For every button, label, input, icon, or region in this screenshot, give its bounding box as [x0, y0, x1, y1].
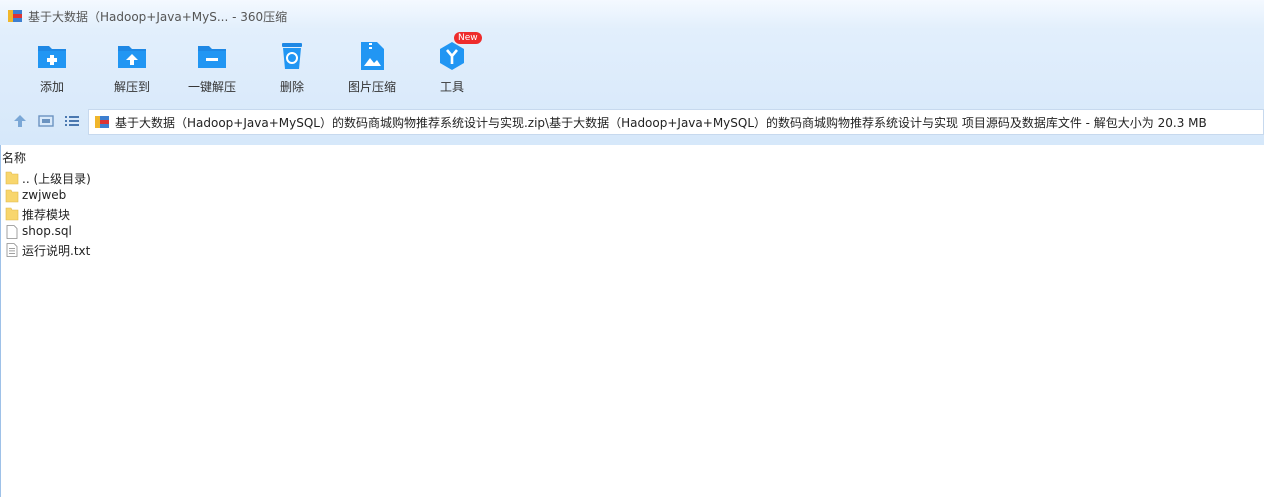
navigation-bar: 基于大数据（Hadoop+Java+MySQL）的数码商城购物推荐系统设计与实现…	[0, 106, 1264, 136]
image-compress-button[interactable]: 图片压缩	[332, 38, 412, 100]
archive-icon	[95, 116, 109, 128]
list-item[interactable]: shop.sql	[5, 223, 305, 241]
one-click-extract-icon	[198, 46, 226, 68]
list-item[interactable]: 推荐模块	[5, 205, 305, 223]
folder-icon	[5, 207, 19, 221]
add-label: 添加	[39, 80, 64, 94]
tools-icon	[440, 42, 464, 70]
item-name: 推荐模块	[22, 208, 71, 222]
extract-to-button[interactable]: 解压到	[92, 38, 172, 100]
extract-to-label: 解压到	[113, 80, 150, 94]
delete-label: 删除	[279, 80, 304, 94]
path-bar[interactable]: 基于大数据（Hadoop+Java+MySQL）的数码商城购物推荐系统设计与实现…	[88, 109, 1264, 135]
item-name: shop.sql	[22, 224, 72, 238]
one-click-extract-label: 一键解压	[187, 80, 236, 94]
folder-icon	[5, 171, 19, 185]
item-name: .. (上级目录)	[22, 172, 91, 186]
file-list: 名称 .. (上级目录) zwjweb 推荐模块 shop.sql 运行说明.t…	[0, 145, 1264, 497]
thumbnail-view-icon[interactable]	[38, 113, 54, 129]
image-compress-label: 图片压缩	[347, 80, 396, 94]
delete-button[interactable]: 删除	[252, 38, 332, 100]
list-item[interactable]: 运行说明.txt	[5, 241, 305, 259]
list-view-icon[interactable]	[64, 113, 80, 129]
item-name: zwjweb	[22, 188, 67, 202]
add-button[interactable]: 添加	[12, 38, 92, 100]
path-text: 基于大数据（Hadoop+Java+MySQL）的数码商城购物推荐系统设计与实现…	[115, 116, 1207, 130]
new-badge: New	[454, 32, 482, 44]
recycle-bin-icon	[282, 43, 302, 69]
list-item[interactable]: zwjweb	[5, 187, 305, 205]
one-click-extract-button[interactable]: 一键解压	[172, 38, 252, 100]
file-icon	[6, 225, 18, 239]
title-bar: 基于大数据（Hadoop+Java+MyS... - 360压缩	[0, 0, 1264, 32]
image-compress-icon	[361, 42, 384, 70]
top-panel: 基于大数据（Hadoop+Java+MyS... - 360压缩 添加 解压到	[0, 0, 1264, 145]
text-file-icon	[6, 243, 18, 257]
up-arrow-icon[interactable]	[12, 113, 28, 129]
tools-button[interactable]: New 工具	[412, 32, 492, 100]
folder-icon	[5, 189, 19, 203]
add-folder-icon	[38, 46, 66, 68]
window-title: 基于大数据（Hadoop+Java+MyS... - 360压缩	[28, 10, 288, 24]
tools-label: 工具	[439, 80, 464, 94]
column-header-name[interactable]: 名称	[2, 149, 26, 166]
app-icon	[8, 10, 22, 22]
list-item[interactable]: .. (上级目录)	[5, 169, 305, 187]
extract-folder-icon	[118, 46, 146, 68]
item-name: 运行说明.txt	[22, 244, 91, 258]
